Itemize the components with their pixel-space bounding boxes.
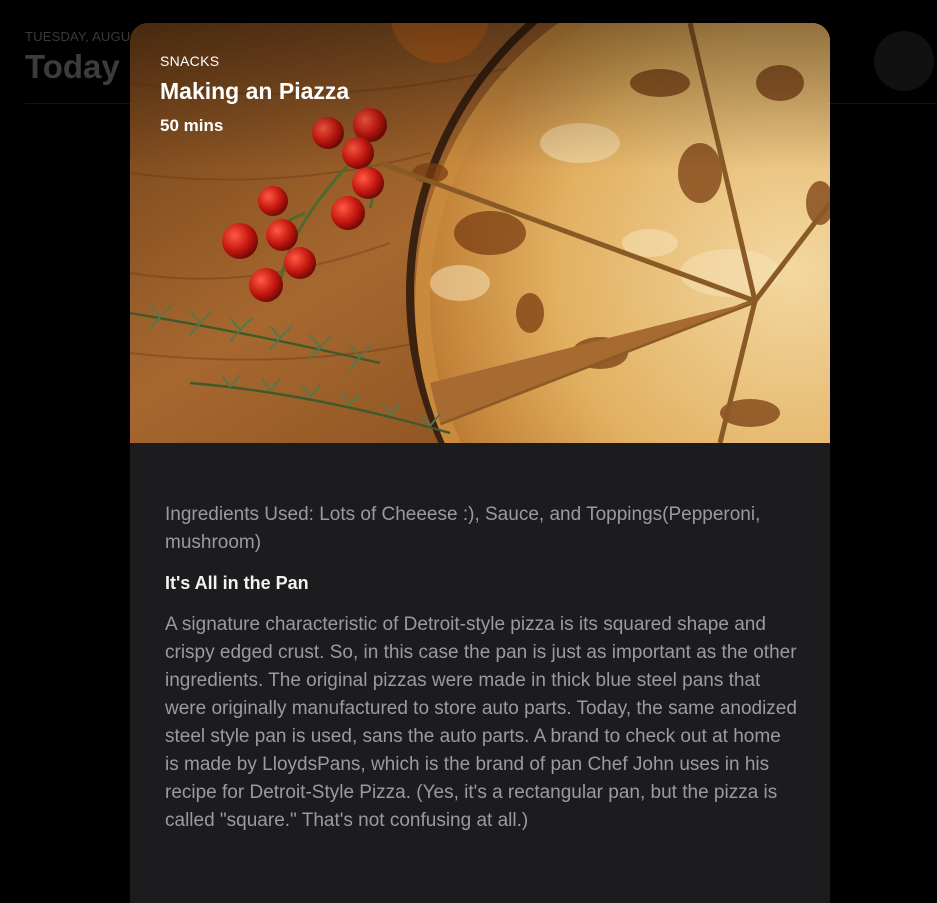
page-title: Today xyxy=(25,48,120,85)
avatar[interactable] xyxy=(874,31,934,91)
story-card[interactable]: SNACKS Making an Piazza 50 mins Ingredie… xyxy=(130,23,830,903)
ingredients-text: Ingredients Used: Lots of Cheeese :), Sa… xyxy=(165,504,761,553)
category-label: SNACKS xyxy=(160,53,220,69)
card-title: Making an Piazza xyxy=(160,78,350,104)
body-paragraph: A signature characteristic of Detroit-st… xyxy=(165,614,797,831)
duration-label: 50 mins xyxy=(160,116,224,135)
section-heading: It's All in the Pan xyxy=(165,573,309,593)
hero-image: SNACKS Making an Piazza 50 mins xyxy=(130,23,830,443)
date-label: TUESDAY, AUGU xyxy=(25,29,131,44)
card-body: Ingredients Used: Lots of Cheeese :), Sa… xyxy=(165,501,797,835)
